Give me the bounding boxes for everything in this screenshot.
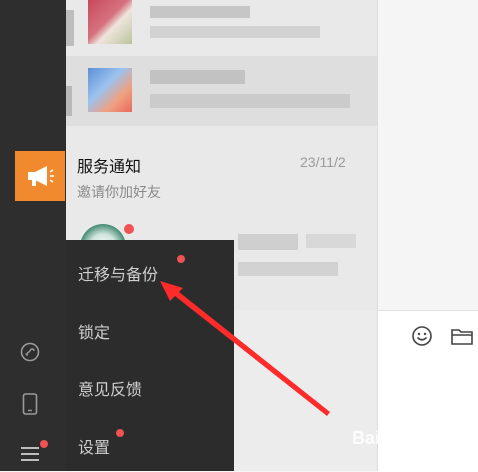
- service-subtitle: 邀请你加好友: [77, 184, 161, 200]
- menu-badge-dot: [116, 429, 124, 437]
- chat-area: [377, 0, 478, 472]
- settings-badge-dot: [40, 440, 48, 448]
- menu-badge-dot: [177, 255, 185, 263]
- megaphone-icon: [15, 151, 65, 201]
- message-panel: [378, 0, 478, 310]
- left-sidebar: [0, 0, 66, 471]
- settings-popup-menu: 迁移与备份 锁定 意见反馈 设置: [66, 240, 234, 471]
- list-item[interactable]: [66, 56, 377, 126]
- mini-program-icon[interactable]: [19, 341, 41, 363]
- avatar: [88, 68, 132, 112]
- watermark: Bai 经验: [352, 428, 422, 448]
- menu-item-feedback[interactable]: 意见反馈: [78, 376, 142, 400]
- menu-item-settings[interactable]: 设置: [78, 434, 110, 458]
- emoji-icon[interactable]: [409, 323, 435, 349]
- avatar: [88, 0, 132, 44]
- hamburger-menu-icon[interactable]: [19, 443, 41, 465]
- menu-item-migrate-backup[interactable]: 迁移与备份: [78, 261, 158, 285]
- unread-dot: [124, 224, 134, 234]
- menu-item-lock[interactable]: 锁定: [78, 319, 110, 343]
- phone-icon[interactable]: [19, 393, 41, 415]
- folder-icon[interactable]: [449, 323, 475, 349]
- service-name: 服务通知: [77, 159, 142, 176]
- service-date: 23/11/2: [300, 154, 346, 170]
